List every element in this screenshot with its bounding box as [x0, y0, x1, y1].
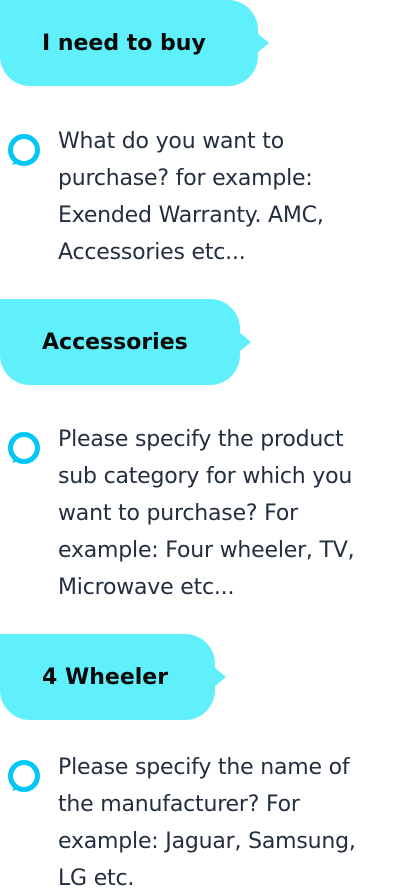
alexa-ring-icon: [8, 432, 40, 464]
alexa-response-text: What do you want to purchase? for exampl…: [58, 129, 324, 265]
alexa-ring-icon: [8, 134, 40, 166]
alexa-response-text: Please specify the name of the manufactu…: [58, 755, 356, 888]
alexa-ring-icon: [8, 760, 40, 792]
alexa-response-text: Please specify the product sub category …: [58, 427, 355, 600]
user-message-text: Accessories: [42, 329, 188, 355]
user-message-text: I need to buy: [42, 30, 206, 56]
user-message-bubble: I need to buy: [0, 0, 269, 86]
alexa-response: Please specify the name of the manufactu…: [0, 749, 413, 888]
alexa-response: What do you want to purchase? for exampl…: [0, 123, 413, 273]
alexa-response: Please specify the product sub category …: [0, 421, 413, 611]
user-message-bubble: Accessories: [0, 299, 251, 385]
user-message-text: 4 Wheeler: [42, 664, 169, 690]
user-message-bubble: 4 Wheeler: [0, 634, 226, 720]
